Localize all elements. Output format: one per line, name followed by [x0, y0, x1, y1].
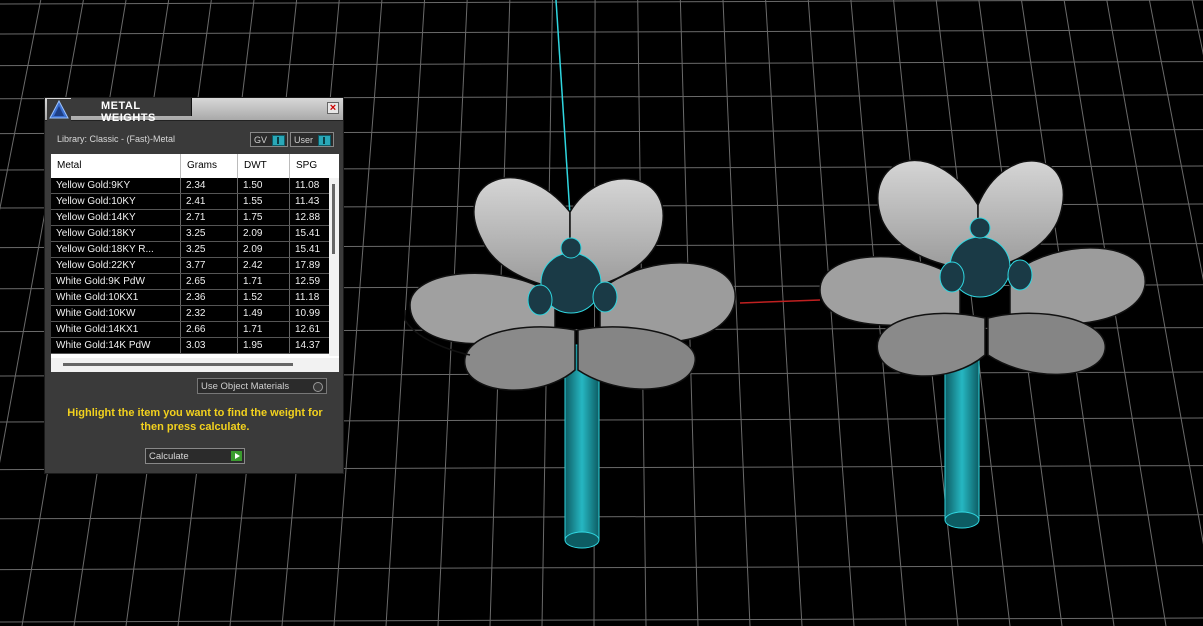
column-header-grams[interactable]: Grams — [181, 154, 238, 178]
play-icon — [231, 451, 242, 461]
cell-grams: 2.71 — [181, 210, 238, 225]
cell-grams: 3.25 — [181, 226, 238, 241]
panel-titlebar[interactable]: METAL WEIGHTS × — [45, 98, 343, 124]
cell-metal: Yellow Gold:9KY — [51, 178, 181, 193]
table-row[interactable]: White Gold:14K PdW 3.03 1.95 14.37 — [51, 338, 329, 354]
cell-dwt: 1.49 — [238, 306, 290, 321]
cell-metal: Yellow Gold:14KY — [51, 210, 181, 225]
horizontal-scroll-thumb[interactable] — [63, 363, 293, 366]
cell-grams: 3.03 — [181, 338, 238, 353]
cell-metal: White Gold:9K PdW — [51, 274, 181, 289]
cell-spg: 15.41 — [295, 244, 321, 255]
x-axis-line — [739, 299, 821, 304]
grid-line — [0, 61, 1203, 67]
cell-dwt: 1.75 — [238, 210, 290, 225]
use-object-materials-label: Use Object Materials — [201, 381, 290, 392]
cell-metal: White Gold:10KX1 — [51, 290, 181, 305]
cell-grams: 2.65 — [181, 274, 238, 289]
cell-dwt: 1.71 — [238, 274, 290, 289]
grid-line — [0, 29, 1203, 35]
cell-dwt: 1.50 — [238, 178, 290, 193]
grid-line — [0, 0, 42, 211]
horizontal-scrollbar[interactable] — [51, 358, 339, 372]
gv-toggle-label: GV — [254, 135, 268, 145]
table-row[interactable]: White Gold:10KX1 2.36 1.52 11.18 — [51, 290, 329, 306]
panel-title: METAL WEIGHTS — [101, 100, 156, 124]
app-logo-icon — [47, 99, 71, 121]
title-box: METAL WEIGHTS — [71, 98, 192, 124]
cell-metal: White Gold:10KW — [51, 306, 181, 321]
toggle-knob-icon — [318, 135, 331, 146]
cell-grams: 3.77 — [181, 258, 238, 273]
cell-spg: 12.88 — [295, 212, 321, 223]
user-toggle[interactable]: User — [290, 132, 334, 147]
table-body: Yellow Gold:9KY 2.34 1.50 11.08 Yellow Gold… — [51, 178, 329, 354]
table-row[interactable]: Yellow Gold:22KY 3.77 2.42 17.89 — [51, 258, 329, 274]
vertical-scroll-thumb[interactable] — [332, 184, 335, 254]
table-row[interactable]: White Gold:9K PdW 2.65 1.71 12.59 — [51, 274, 329, 290]
flower-model-left — [404, 177, 736, 549]
table-row[interactable]: Yellow Gold:9KY 2.34 1.50 11.08 — [51, 178, 329, 194]
flower-model-right — [819, 159, 1146, 529]
grid-line — [0, 0, 1203, 5]
grid-line — [765, 0, 803, 626]
table-row[interactable]: White Gold:10KW 2.32 1.49 10.99 — [51, 306, 329, 322]
cell-dwt: 1.95 — [238, 338, 290, 353]
cell-spg: 11.08 — [295, 180, 320, 191]
cell-dwt: 2.09 — [238, 242, 290, 257]
cell-grams: 2.41 — [181, 194, 238, 209]
table-row[interactable]: Yellow Gold:18KY R... 3.25 2.09 15.41 — [51, 242, 329, 258]
grid-line — [0, 514, 1203, 520]
table-row[interactable]: Yellow Gold:14KY 2.71 1.75 12.88 — [51, 210, 329, 226]
column-header-spg[interactable]: SPG — [290, 154, 339, 178]
cell-grams: 2.32 — [181, 306, 238, 321]
cell-metal: Yellow Gold:22KY — [51, 258, 181, 273]
cell-spg: 15.41 — [295, 228, 321, 239]
cell-spg: 14.37 — [295, 340, 321, 351]
cell-grams: 2.34 — [181, 178, 238, 193]
cell-spg: 11.43 — [295, 196, 320, 207]
column-header-metal[interactable]: Metal — [51, 154, 181, 178]
calculate-label: Calculate — [149, 451, 189, 462]
use-object-materials-toggle[interactable]: Use Object Materials — [197, 378, 327, 394]
cell-grams: 3.25 — [181, 242, 238, 257]
calculate-button[interactable]: Calculate — [145, 448, 245, 464]
metal-weights-table: Metal Grams DWT SPG Yellow Gold:9KY 2.34 1… — [51, 154, 339, 372]
cell-metal: White Gold:14KX1 — [51, 322, 181, 337]
cell-metal: Yellow Gold:10KY — [51, 194, 181, 209]
cell-metal: White Gold:14K PdW — [51, 338, 181, 353]
cell-metal: Yellow Gold:18KY — [51, 226, 181, 241]
toggle-knob-icon — [272, 135, 285, 146]
cell-spg: 11.18 — [295, 292, 320, 303]
gv-toggle[interactable]: GV — [250, 132, 288, 147]
library-label: Library: Classic - (Fast)-Metal — [57, 134, 176, 144]
radio-icon — [313, 382, 323, 392]
close-button[interactable]: × — [327, 102, 339, 114]
cell-spg: 17.89 — [295, 260, 321, 271]
instruction-text: Highlight the item you want to find the … — [67, 407, 323, 433]
cell-dwt: 2.42 — [238, 258, 290, 273]
column-header-dwt[interactable]: DWT — [238, 154, 290, 178]
cell-dwt: 2.09 — [238, 226, 290, 241]
cell-spg: 12.59 — [295, 276, 321, 287]
cell-dwt: 1.71 — [238, 322, 290, 337]
grid-line — [0, 617, 1203, 623]
cell-grams: 2.36 — [181, 290, 238, 305]
table-row[interactable]: Yellow Gold:18KY 3.25 2.09 15.41 — [51, 226, 329, 242]
grid-line — [1148, 0, 1203, 281]
table-row[interactable]: White Gold:14KX1 2.66 1.71 12.61 — [51, 322, 329, 338]
grid-line — [0, 565, 1203, 571]
vertical-scrollbar[interactable] — [329, 178, 339, 356]
table-header: Metal Grams DWT SPG — [51, 154, 339, 178]
cell-dwt: 1.52 — [238, 290, 290, 305]
user-toggle-label: User — [294, 135, 314, 145]
table-row[interactable]: Yellow Gold:10KY 2.41 1.55 11.43 — [51, 194, 329, 210]
cell-spg: 10.99 — [295, 308, 321, 319]
cell-spg: 12.61 — [295, 324, 321, 335]
metal-weights-panel: METAL WEIGHTS × Library: Classic - (Fast… — [44, 97, 344, 474]
cell-grams: 2.66 — [181, 322, 238, 337]
cell-dwt: 1.55 — [238, 194, 290, 209]
cell-metal: Yellow Gold:18KY R... — [51, 242, 181, 257]
